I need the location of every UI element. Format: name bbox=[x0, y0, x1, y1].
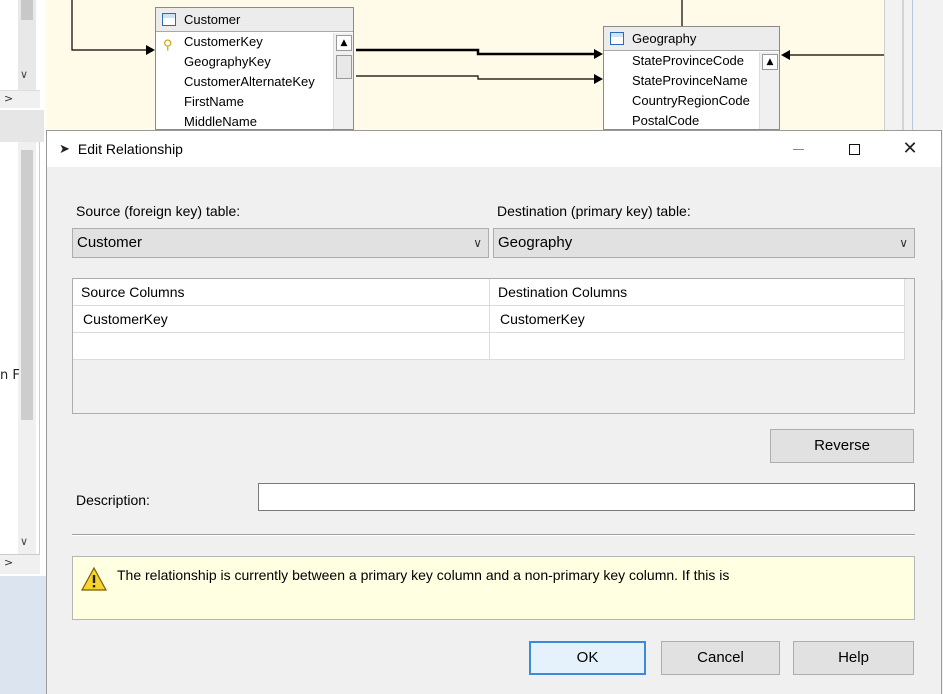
column-row[interactable]: ⚲ CustomerKey bbox=[156, 32, 353, 52]
destination-table-select[interactable]: Geography ∨ bbox=[493, 228, 915, 258]
destination-column-cell[interactable]: CustomerKey bbox=[490, 306, 905, 333]
ok-button[interactable]: OK bbox=[529, 641, 646, 675]
maximize-icon bbox=[848, 144, 860, 155]
dialog-title: Edit Relationship bbox=[77, 141, 183, 157]
table-scrollbar[interactable]: ▲ bbox=[333, 33, 353, 129]
column-row[interactable]: StateProvinceCode bbox=[604, 51, 779, 71]
description-field[interactable] bbox=[258, 483, 915, 511]
source-table-value: Customer bbox=[77, 234, 143, 251]
destination-table-label: Destination (primary key) table: bbox=[497, 203, 691, 219]
table-row[interactable]: CustomerKey CustomerKey bbox=[73, 306, 905, 333]
scrollbar-thumb[interactable] bbox=[336, 55, 352, 79]
close-icon: ✕ bbox=[902, 138, 918, 159]
close-button[interactable]: ✕ bbox=[887, 131, 933, 167]
destination-table-value: Geography bbox=[498, 234, 573, 251]
description-label: Description: bbox=[76, 492, 150, 508]
edit-relationship-dialog: ➤ Edit Relationship ✕ Source (foreign ke… bbox=[46, 130, 942, 694]
chevron-down-icon: ∨ bbox=[473, 236, 482, 250]
dialog-titlebar[interactable]: ➤ Edit Relationship ✕ bbox=[47, 131, 941, 167]
table-icon bbox=[162, 13, 176, 26]
destination-columns-header: Destination Columns bbox=[490, 279, 905, 306]
column-row[interactable]: StateProvinceName bbox=[604, 71, 779, 91]
geography-table-header[interactable]: Geography bbox=[604, 27, 779, 51]
scroll-down-icon[interactable]: ∨ bbox=[20, 535, 28, 548]
cancel-button[interactable]: Cancel bbox=[661, 641, 780, 675]
table-row[interactable] bbox=[73, 333, 905, 360]
source-columns-header: Source Columns bbox=[73, 279, 490, 306]
customer-table[interactable]: Customer ⚲ CustomerKey GeographyKey Custo… bbox=[155, 7, 354, 130]
warning-icon bbox=[81, 567, 107, 591]
divider bbox=[72, 534, 915, 536]
truncated-pane-text: n F bbox=[0, 368, 20, 383]
scrollbar-thumb[interactable] bbox=[21, 150, 33, 420]
source-column-cell[interactable] bbox=[73, 333, 490, 360]
grid-header-row: Source Columns Destination Columns bbox=[73, 279, 905, 306]
warning-message: The relationship is currently between a … bbox=[117, 567, 730, 583]
relationship-icon: ➤ bbox=[59, 141, 70, 157]
column-row[interactable]: PostalCode bbox=[604, 111, 779, 131]
lower-pane bbox=[0, 576, 46, 694]
table-scrollbar[interactable]: ▲ bbox=[759, 52, 779, 129]
reverse-button[interactable]: Reverse bbox=[770, 429, 914, 463]
geography-table[interactable]: Geography StateProvinceCode StateProvinc… bbox=[603, 26, 780, 130]
scroll-up-icon[interactable]: ▲ bbox=[336, 35, 352, 51]
table-title: Geography bbox=[632, 31, 697, 46]
relationship-lines bbox=[71, 0, 884, 84]
column-row[interactable]: CountryRegionCode bbox=[604, 91, 779, 111]
column-mapping-grid: Source Columns Destination Columns Custo… bbox=[72, 278, 915, 414]
column-row[interactable]: MiddleName bbox=[156, 112, 353, 132]
warning-panel: The relationship is currently between a … bbox=[72, 556, 915, 620]
minimize-button[interactable] bbox=[775, 131, 821, 167]
column-row[interactable]: FirstName bbox=[156, 92, 353, 112]
help-button[interactable]: Help bbox=[793, 641, 914, 675]
source-table-label: Source (foreign key) table: bbox=[76, 203, 241, 219]
destination-column-cell[interactable] bbox=[490, 333, 905, 360]
source-column-cell[interactable]: CustomerKey bbox=[73, 306, 490, 333]
table-title: Customer bbox=[184, 12, 241, 27]
column-row[interactable]: CustomerAlternateKey bbox=[156, 72, 353, 92]
minimize-icon bbox=[792, 149, 804, 150]
maximize-button[interactable] bbox=[831, 131, 877, 167]
column-row[interactable]: GeographyKey bbox=[156, 52, 353, 72]
source-table-select[interactable]: Customer ∨ bbox=[72, 228, 489, 258]
scroll-right-icon[interactable]: > bbox=[4, 556, 13, 569]
customer-table-header[interactable]: Customer bbox=[156, 8, 353, 32]
scroll-up-icon[interactable]: ▲ bbox=[762, 54, 778, 70]
chevron-down-icon: ∨ bbox=[899, 236, 908, 250]
table-icon bbox=[610, 32, 624, 45]
